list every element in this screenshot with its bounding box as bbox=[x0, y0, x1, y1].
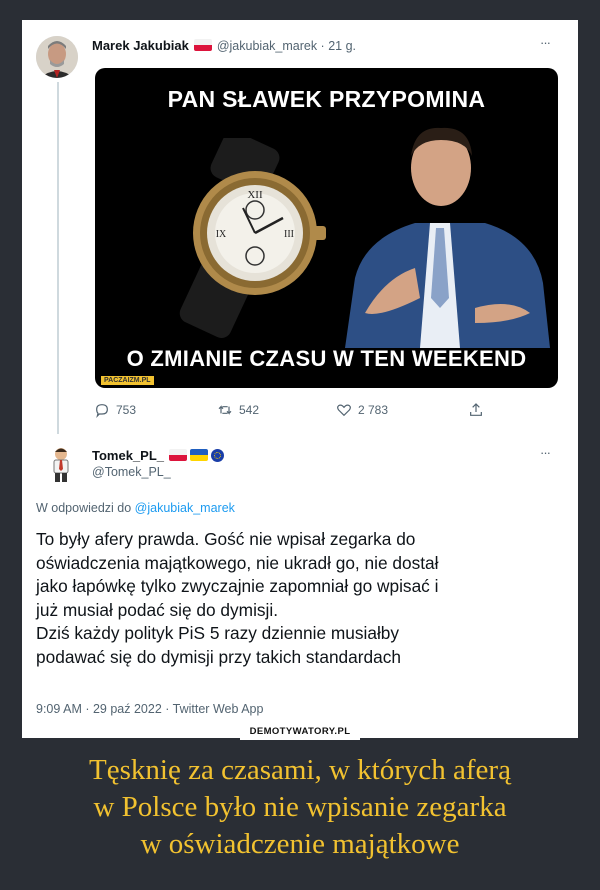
caption-line: w oświadczenie majątkowe bbox=[140, 828, 460, 860]
eu-flag-icon bbox=[211, 449, 225, 462]
reply-icon bbox=[96, 404, 108, 418]
caption: Tęsknię za czasami, w których aferą w Po… bbox=[0, 752, 600, 863]
share-action[interactable] bbox=[468, 402, 484, 418]
author-name[interactable]: Marek Jakubiak bbox=[92, 38, 189, 53]
reply-author-name[interactable]: Tomek_PL_ bbox=[92, 448, 164, 463]
like-count: 2 783 bbox=[358, 403, 389, 417]
more-icon[interactable]: ··· bbox=[540, 35, 551, 50]
caption-line: Tęsknię za czasami, w których aferą bbox=[89, 754, 511, 786]
caption-line: w Polsce było nie wpisanie zegarka bbox=[93, 791, 507, 823]
retweet-count: 542 bbox=[239, 403, 260, 417]
reply-text: To były afery prawda. Gość nie wpisał ze… bbox=[36, 528, 564, 669]
site-watermark: DEMOTYWATORY.PL bbox=[240, 724, 360, 740]
svg-text:IX: IX bbox=[216, 229, 227, 240]
replying-to: W odpowiedzi do @jakubiak_marek bbox=[36, 501, 235, 515]
author-avatar[interactable] bbox=[36, 36, 78, 78]
reply-header: Tomek_PL_ bbox=[92, 447, 225, 465]
reply-text-line: już musiał podać się do dymisji. bbox=[36, 599, 279, 620]
share-icon bbox=[470, 403, 482, 416]
reply-text-line: To były afery prawda. Gość nie wpisał ze… bbox=[36, 529, 416, 549]
tweet-card: Marek Jakubiak @jakubiak_marek · 21 g. ··… bbox=[22, 20, 578, 738]
retweet-action[interactable]: 542 bbox=[217, 402, 259, 418]
tweet-time[interactable]: 21 g. bbox=[328, 39, 356, 53]
tweet-image[interactable]: PAN SŁAWEK PRZYPOMINA XII IX III O ZMIAN… bbox=[95, 68, 558, 388]
reply-text-line: Dziś każdy polityk PiS 5 razy dziennie m… bbox=[36, 623, 400, 643]
poland-flag-icon bbox=[169, 449, 188, 461]
reply-author-avatar[interactable] bbox=[42, 445, 80, 483]
reply-text-line: oświadczenia majątkowego, nie ukradł go,… bbox=[36, 552, 439, 573]
reply-timestamp[interactable]: 9:09 AM · 29 paź 2022 · Twitter Web App bbox=[36, 702, 263, 716]
separator: · bbox=[317, 39, 329, 53]
reply-author-handle[interactable]: @Tomek_PL_ bbox=[92, 465, 171, 479]
meme-bottom-text: O ZMIANIE CZASU W TEN WEEKEND bbox=[126, 346, 527, 371]
more-icon[interactable]: ··· bbox=[540, 445, 551, 460]
like-icon bbox=[337, 404, 351, 417]
author-handle[interactable]: @jakubiak_marek bbox=[217, 39, 317, 53]
reply-count: 753 bbox=[116, 403, 137, 417]
thread-line bbox=[57, 82, 59, 434]
svg-text:III: III bbox=[284, 229, 294, 240]
reply-text-line: podawać się do dymisji przy takich stand… bbox=[36, 646, 402, 667]
meme-watermark: PACZAIZM.PL bbox=[101, 376, 154, 385]
reply-text-line: jako łapówkę tylko zwyczajnie zapomniał … bbox=[36, 576, 439, 596]
replying-to-link[interactable]: @jakubiak_marek bbox=[135, 501, 235, 515]
presenter-picture bbox=[345, 127, 550, 348]
poland-flag-icon bbox=[193, 39, 212, 51]
tweet-header: Marek Jakubiak @jakubiak_marek · 21 g. bbox=[92, 37, 356, 55]
ukraine-flag-icon bbox=[190, 449, 209, 461]
like-action[interactable]: 2 783 bbox=[336, 402, 388, 418]
retweet-icon bbox=[218, 405, 232, 415]
replying-to-prefix: W odpowiedzi do bbox=[36, 501, 135, 515]
reply-action[interactable]: 753 bbox=[94, 402, 136, 418]
svg-text:XII: XII bbox=[247, 189, 263, 201]
